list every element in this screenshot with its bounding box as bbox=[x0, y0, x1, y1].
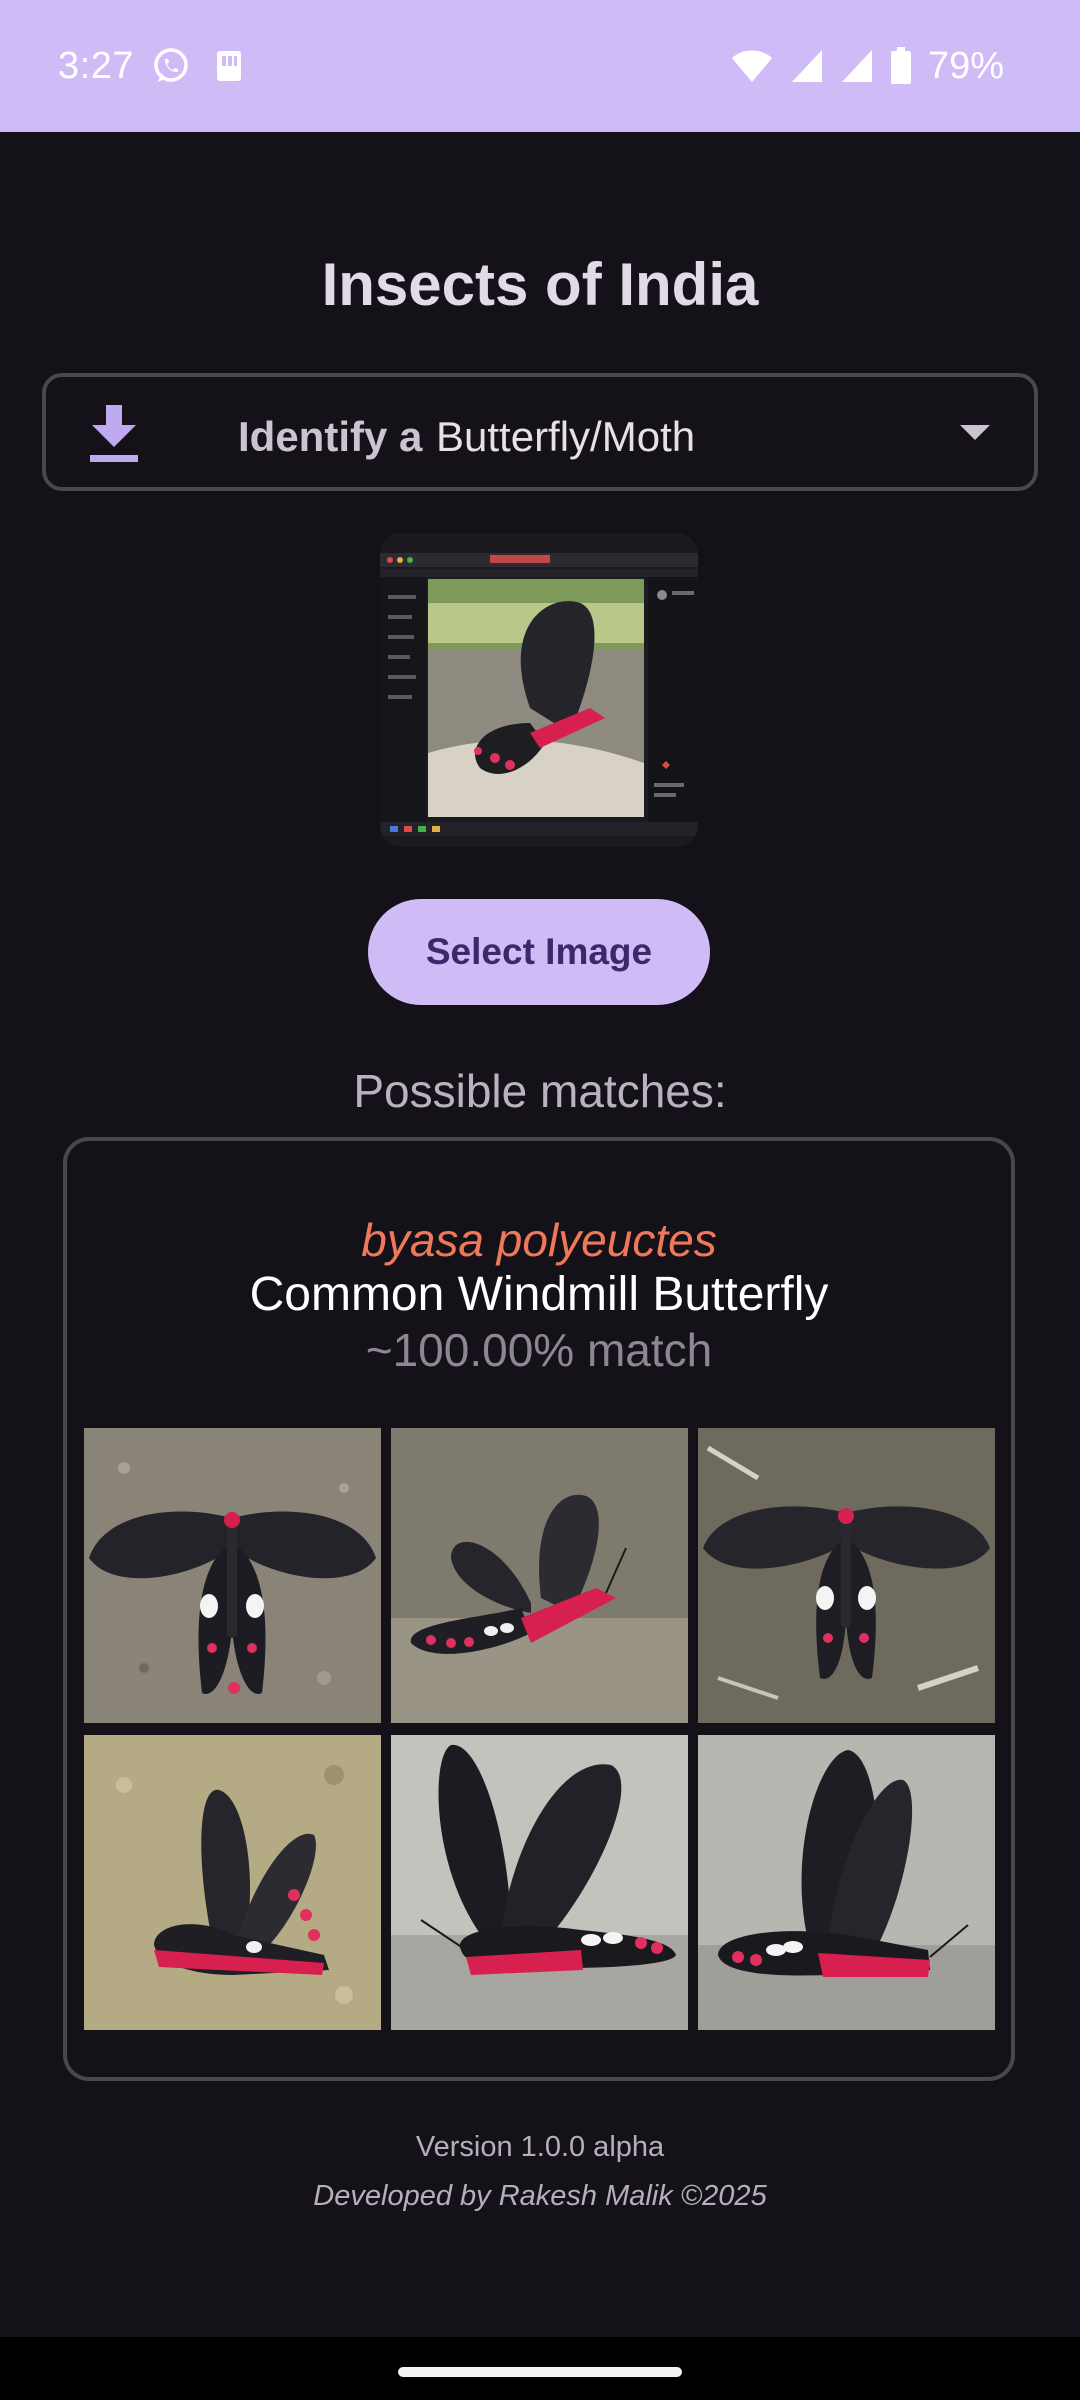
selected-image-preview[interactable] bbox=[380, 533, 698, 847]
status-time: 3:27 bbox=[58, 44, 134, 87]
status-right: 79% bbox=[730, 45, 1004, 88]
reference-image[interactable] bbox=[698, 1428, 995, 1723]
select-image-button[interactable]: Select Image bbox=[368, 899, 710, 1005]
sim-icon bbox=[208, 45, 250, 87]
whatsapp-icon bbox=[150, 45, 192, 87]
identify-label: Identify a bbox=[238, 413, 423, 460]
download-icon[interactable] bbox=[86, 403, 142, 468]
match-card[interactable]: byasa polyeuctes Common Windmill Butterf… bbox=[63, 1137, 1015, 2081]
wifi-icon bbox=[730, 48, 774, 84]
chevron-down-icon[interactable] bbox=[960, 425, 990, 446]
reference-image[interactable] bbox=[84, 1428, 381, 1723]
match-scientific-name: byasa polyeuctes bbox=[361, 1214, 717, 1266]
status-left: 3:27 bbox=[58, 45, 250, 88]
battery-icon bbox=[890, 47, 912, 85]
reference-image[interactable] bbox=[698, 1735, 995, 2030]
match-common-name: Common Windmill Butterfly bbox=[249, 1268, 829, 1321]
status-bar: 3:27 79% bbox=[0, 0, 1080, 132]
identify-selected-value[interactable]: Butterfly/Moth bbox=[436, 413, 695, 461]
app-title: Insects of India bbox=[321, 251, 759, 318]
signal-icon bbox=[840, 48, 874, 84]
version-text: Version 1.0.0 alpha bbox=[415, 2131, 665, 2163]
home-indicator[interactable] bbox=[398, 2367, 682, 2377]
signal-icon bbox=[790, 48, 824, 84]
identify-type-dropdown[interactable]: Identify a Butterfly/Moth bbox=[42, 373, 1038, 491]
navigation-bar bbox=[0, 2337, 1080, 2400]
battery-percent: 79% bbox=[927, 44, 1004, 87]
match-confidence: ~100.00% match bbox=[365, 1324, 713, 1376]
reference-image[interactable] bbox=[391, 1735, 688, 2030]
reference-image[interactable] bbox=[391, 1428, 688, 1723]
developer-credit: Developed by Rakesh Malik ©2025 bbox=[313, 2180, 767, 2212]
reference-image[interactable] bbox=[84, 1735, 381, 2030]
possible-matches-heading: Possible matches: bbox=[353, 1065, 727, 1117]
